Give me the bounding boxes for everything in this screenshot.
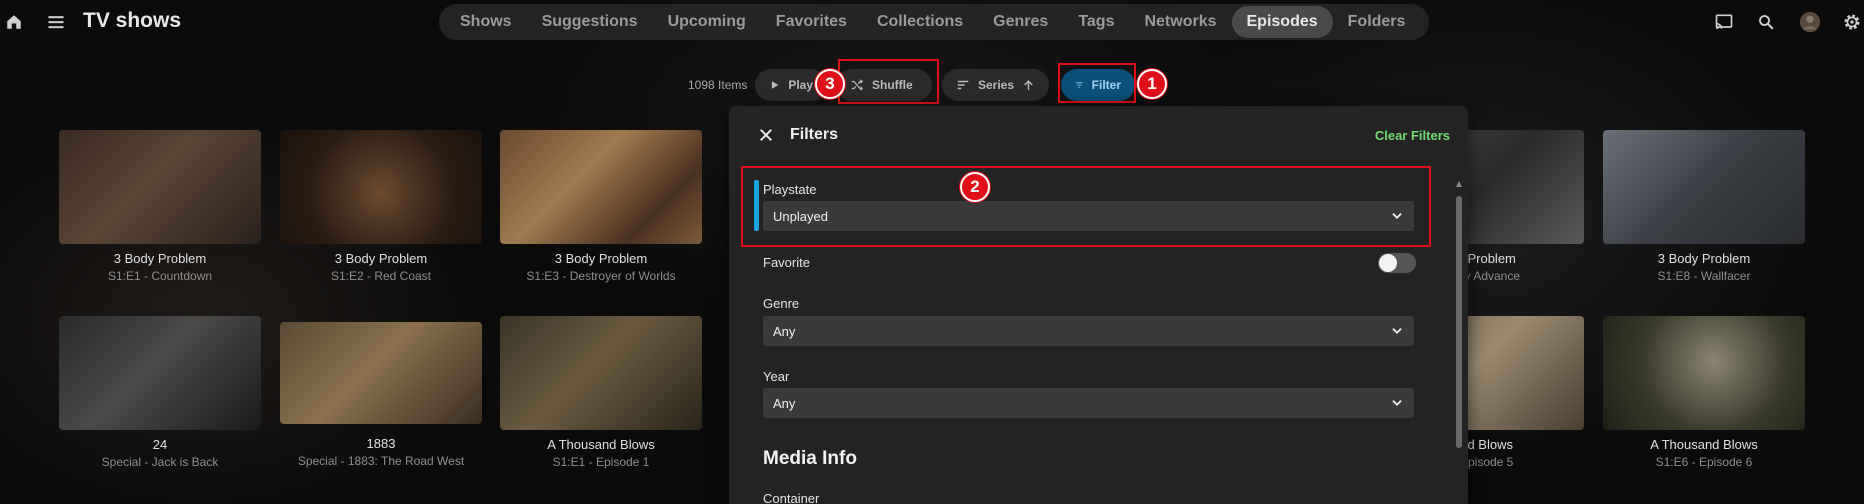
tab-shows[interactable]: Shows — [445, 6, 527, 38]
toggle-knob — [1379, 254, 1397, 272]
arrow-up-icon — [1024, 79, 1033, 90]
sort-button-label: Series — [977, 78, 1015, 92]
card-subtitle: S1:E1 - Countdown — [107, 269, 213, 283]
episode-thumbnail — [59, 316, 261, 430]
card-title: 3 Body Problem — [113, 251, 207, 266]
tab-upcoming[interactable]: Upcoming — [653, 6, 761, 38]
menu-icon[interactable] — [44, 10, 68, 34]
card-subtitle: S1:E1 - Episode 1 — [552, 455, 650, 469]
play-icon — [771, 81, 779, 89]
filters-title: Filters — [790, 126, 839, 143]
play-button-label: Play — [788, 78, 813, 92]
tab-networks[interactable]: Networks — [1129, 6, 1231, 38]
card-subtitle: S1:E3 - Destroyer of Worlds — [526, 269, 676, 283]
scrollbar-thumb[interactable] — [1456, 196, 1462, 448]
card-subtitle: S1:E2 - Red Coast — [330, 269, 432, 283]
episode-card[interactable]: 1883 Special - 1883: The Road West — [280, 322, 482, 468]
episode-card[interactable]: 3 Body Problem S1:E2 - Red Coast — [280, 130, 482, 283]
episode-thumbnail — [280, 130, 482, 244]
tab-episodes[interactable]: Episodes — [1231, 6, 1333, 38]
card-subtitle: S1:E8 - Wallfacer — [1657, 269, 1751, 283]
year-label: Year — [763, 369, 790, 384]
annotation-marker-2: 2 — [960, 172, 990, 202]
episode-card[interactable]: A Thousand Blows S1:E1 - Episode 1 — [500, 316, 702, 469]
card-title: 24 — [152, 437, 168, 452]
card-title: 1883 — [366, 436, 396, 451]
avatar[interactable] — [1798, 10, 1822, 34]
episode-card[interactable]: 3 Body Problem S1:E8 - Wallfacer — [1603, 130, 1805, 283]
cast-icon[interactable] — [1712, 10, 1736, 34]
top-bar: TV shows Shows Suggestions Upcoming Favo… — [0, 0, 1864, 44]
close-icon[interactable] — [757, 126, 777, 146]
episode-thumbnail — [500, 130, 702, 244]
genre-label: Genre — [763, 296, 800, 311]
genre-value: Any — [773, 324, 796, 339]
card-title: 3 Body Problem — [554, 251, 648, 266]
annotation-marker-1: 1 — [1137, 69, 1167, 99]
annotation-box-2 — [741, 166, 1431, 247]
chevron-down-icon — [1392, 400, 1402, 406]
episode-card[interactable]: A Thousand Blows S1:E6 - Episode 6 — [1603, 316, 1805, 469]
sort-icon — [957, 80, 969, 90]
media-info-heading: Media Info — [763, 448, 857, 469]
episode-card[interactable]: 24 Special - Jack is Back — [59, 316, 261, 469]
tab-collections[interactable]: Collections — [862, 6, 978, 38]
card-subtitle: Special - 1883: The Road West — [297, 454, 465, 468]
search-icon[interactable] — [1754, 10, 1778, 34]
tab-folders[interactable]: Folders — [1333, 6, 1421, 38]
annotation-box-3 — [838, 59, 939, 104]
container-label: Container — [763, 491, 820, 504]
page-title: TV shows — [83, 9, 182, 32]
episode-thumbnail — [59, 130, 261, 244]
episode-card[interactable]: 3 Body Problem S1:E3 - Destroyer of Worl… — [500, 130, 702, 283]
tab-favorites[interactable]: Favorites — [761, 6, 862, 38]
sort-button[interactable]: Series — [942, 69, 1049, 101]
card-subtitle: Special - Jack is Back — [101, 455, 219, 469]
chevron-down-icon — [1392, 328, 1402, 334]
card-subtitle: S1:E6 - Episode 6 — [1655, 455, 1753, 469]
annotation-marker-3: 3 — [815, 69, 845, 99]
tab-genres[interactable]: Genres — [978, 6, 1063, 38]
episode-thumbnail — [500, 316, 702, 430]
clear-filters-button[interactable]: Clear Filters — [1375, 128, 1450, 143]
settings-icon[interactable] — [1840, 10, 1864, 34]
episode-card[interactable]: 3 Body Problem S1:E1 - Countdown — [59, 130, 261, 283]
card-title: 3 Body Problem — [1657, 251, 1751, 266]
section-tabs: Shows Suggestions Upcoming Favorites Col… — [439, 4, 1429, 40]
episode-thumbnail — [1603, 130, 1805, 244]
card-title: A Thousand Blows — [547, 437, 655, 452]
annotation-box-1 — [1058, 63, 1136, 103]
panel-scrollbar[interactable] — [1456, 174, 1462, 504]
card-title: A Thousand Blows — [1650, 437, 1758, 452]
favorite-toggle[interactable] — [1378, 253, 1416, 273]
home-icon[interactable] — [2, 10, 26, 34]
episode-thumbnail — [280, 322, 482, 424]
card-title: 3 Body Problem — [334, 251, 428, 266]
genre-select[interactable]: Any — [763, 316, 1414, 346]
year-value: Any — [773, 396, 796, 411]
episode-thumbnail — [1603, 316, 1805, 430]
tab-suggestions[interactable]: Suggestions — [527, 6, 653, 38]
year-select[interactable]: Any — [763, 388, 1414, 418]
scroll-up-icon[interactable] — [1456, 180, 1462, 188]
items-count: 1098 Items — [688, 78, 748, 92]
tab-tags[interactable]: Tags — [1063, 6, 1129, 38]
favorite-label: Favorite — [763, 255, 810, 270]
